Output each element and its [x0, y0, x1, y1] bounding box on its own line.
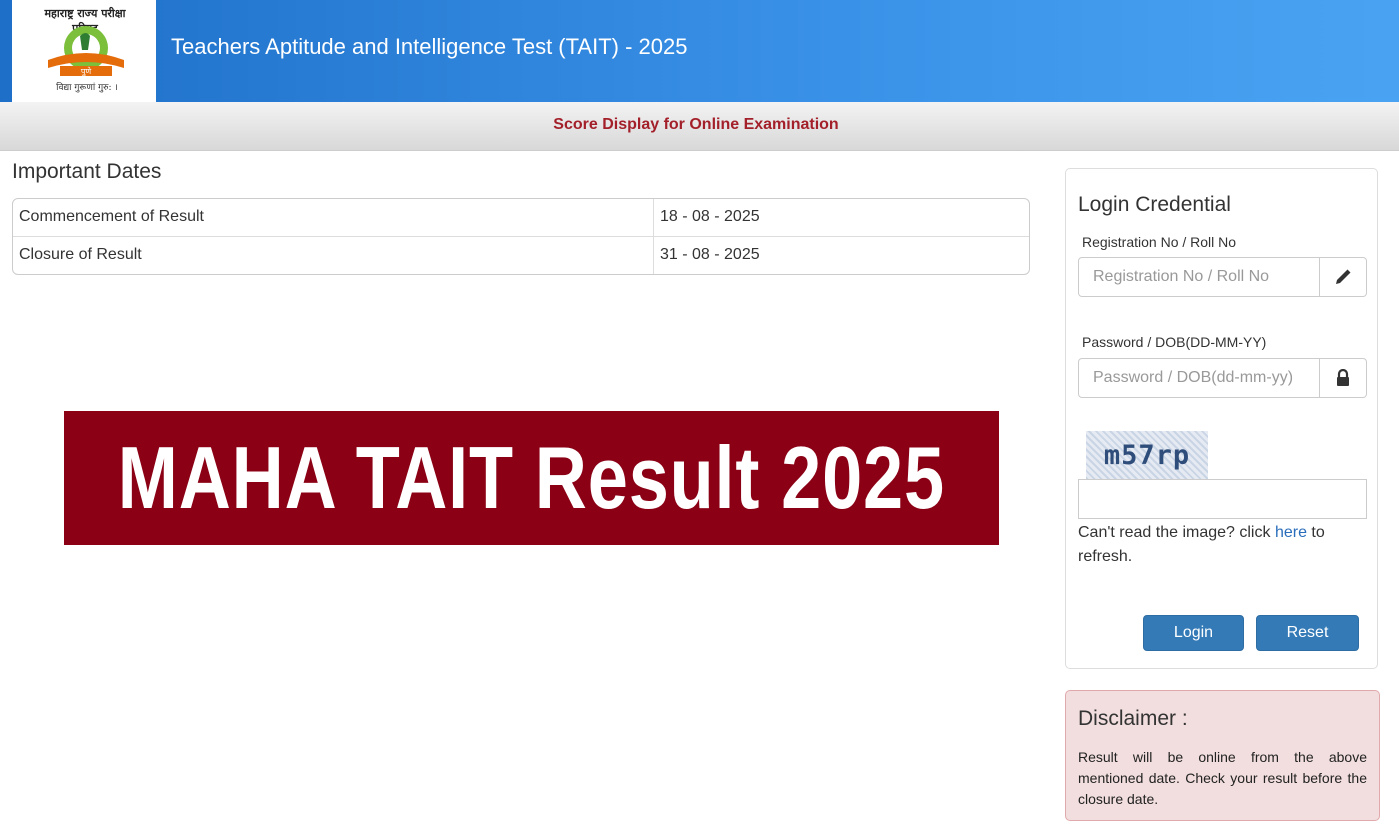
disclaimer-panel: Disclaimer : Result will be online from …	[1065, 690, 1380, 821]
important-dates-table: Commencement of Result 18 - 08 - 2025 Cl…	[12, 198, 1030, 275]
login-title: Login Credential	[1078, 193, 1231, 216]
captcha-input[interactable]	[1078, 479, 1367, 519]
captcha-image: m57rp	[1086, 431, 1208, 479]
top-header: महाराष्ट्र राज्य परीक्षा परिषद पुणे विद्…	[0, 0, 1399, 102]
login-button[interactable]: Login	[1143, 615, 1244, 651]
refresh-prefix: Can't read the image? click	[1078, 524, 1275, 541]
date-value: 31 - 08 - 2025	[660, 246, 760, 263]
date-value: 18 - 08 - 2025	[660, 208, 760, 225]
result-banner: MAHA TAIT Result 2025	[64, 411, 999, 545]
disclaimer-text: Result will be online from the above men…	[1078, 749, 1367, 807]
table-row: Commencement of Result 18 - 08 - 2025	[13, 199, 1029, 236]
disclaimer-title: Disclaimer :	[1078, 707, 1188, 730]
reset-button[interactable]: Reset	[1256, 615, 1359, 651]
banner-text: MAHA TAIT Result 2025	[117, 428, 946, 527]
registration-input-group	[1078, 257, 1367, 297]
password-label: Password / DOB(DD-MM-YY)	[1082, 334, 1267, 350]
password-input[interactable]	[1078, 358, 1320, 398]
subheader-bar: Score Display for Online Examination	[0, 102, 1399, 151]
password-input-group	[1078, 358, 1367, 398]
captcha-refresh-text: Can't read the image? click here to refr…	[1078, 521, 1368, 569]
captcha-text: m57rp	[1103, 439, 1191, 471]
logo: महाराष्ट्र राज्य परीक्षा परिषद पुणे विद्…	[12, 0, 156, 102]
login-panel: Login Credential Registration No / Roll …	[1065, 168, 1378, 669]
registration-label: Registration No / Roll No	[1082, 234, 1237, 250]
logo-caption: विद्या गुरूणां गुरु: ।	[56, 83, 118, 93]
captcha-refresh-link[interactable]: here	[1275, 524, 1307, 541]
registration-input[interactable]	[1078, 257, 1320, 297]
important-dates-title: Important Dates	[12, 160, 162, 183]
logo-emblem-icon: पुणे	[48, 26, 124, 77]
subheader-title: Score Display for Online Examination	[553, 116, 839, 133]
page-title: Teachers Aptitude and Intelligence Test …	[171, 34, 688, 59]
logo-ribbon-text: पुणे	[81, 66, 92, 77]
lock-icon	[1320, 358, 1367, 398]
pencil-icon	[1320, 257, 1367, 297]
table-row: Closure of Result 31 - 08 - 2025	[13, 236, 1029, 274]
date-label: Closure of Result	[13, 237, 654, 274]
date-label: Commencement of Result	[13, 199, 654, 236]
